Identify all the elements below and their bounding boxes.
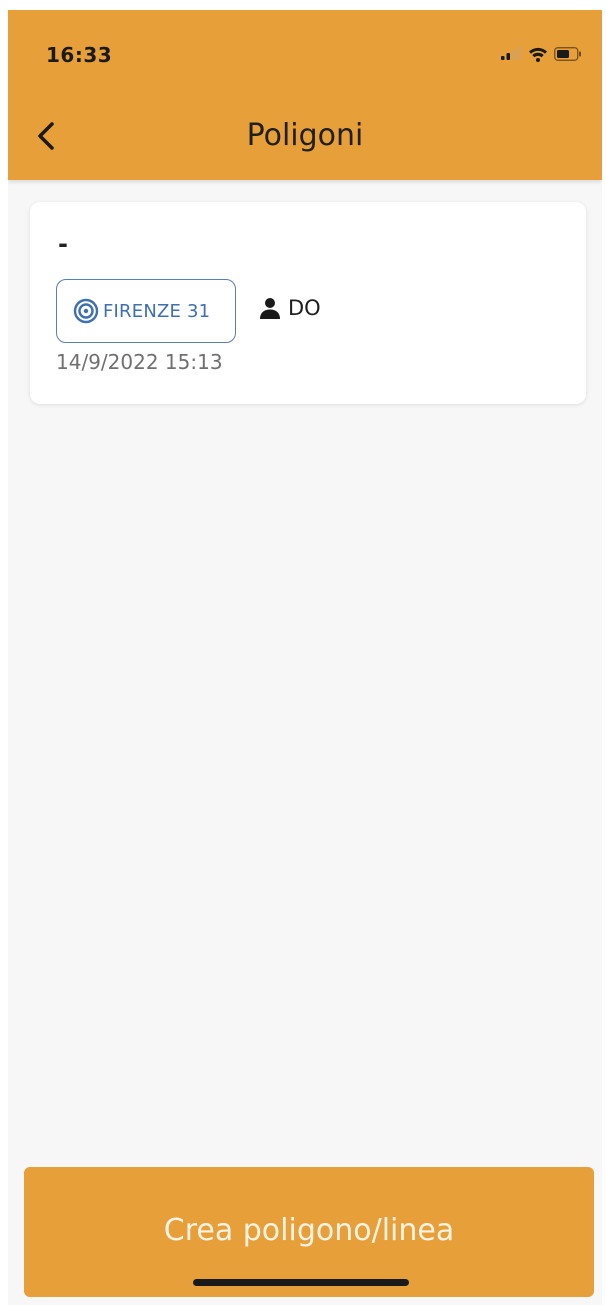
project-tag: FIRENZE 31 xyxy=(56,279,236,343)
person-icon xyxy=(260,298,280,319)
item-user: DO xyxy=(258,296,321,320)
app-screen: 16:33 Poligoni - FIRENZE 31 DO 14/9/2022… xyxy=(8,10,602,1305)
item-date: 14/9/2022 15:13 xyxy=(56,350,223,374)
app-header: 16:33 Poligoni xyxy=(8,10,602,180)
list-item[interactable]: - FIRENZE 31 DO 14/9/2022 15:13 xyxy=(30,202,586,404)
signal-icon xyxy=(501,47,521,60)
tag-label: FIRENZE 31 xyxy=(103,300,211,322)
status-icons xyxy=(500,46,582,62)
user-label: DO xyxy=(288,296,321,320)
battery-icon xyxy=(554,47,581,61)
target-icon xyxy=(73,298,99,324)
status-time: 16:33 xyxy=(46,43,113,67)
wifi-icon xyxy=(529,47,547,62)
item-title: - xyxy=(58,230,68,258)
home-indicator xyxy=(193,1279,409,1286)
create-polygon-button[interactable]: Crea poligono/linea xyxy=(24,1167,594,1297)
page-title: Poligoni xyxy=(246,118,364,153)
